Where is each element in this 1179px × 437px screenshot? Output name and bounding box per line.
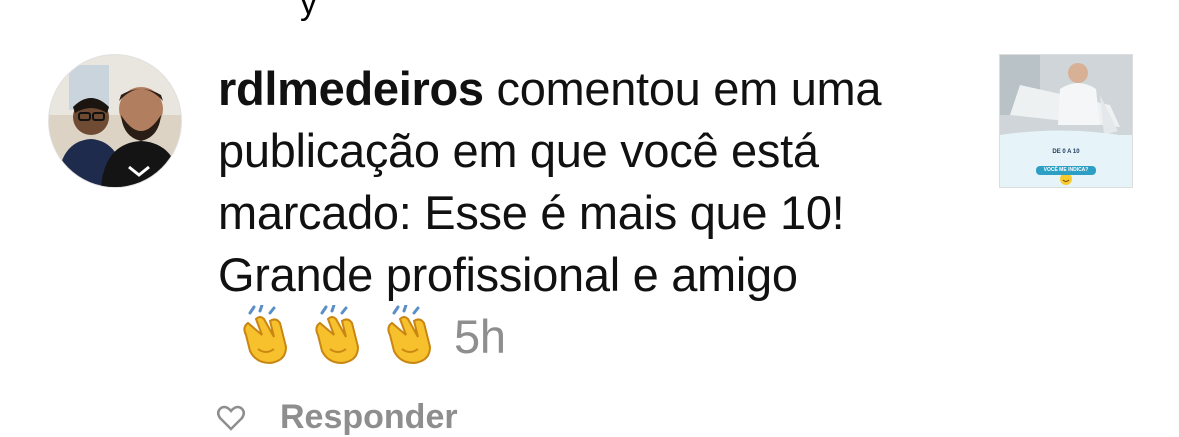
clapping-hands-icon <box>315 304 360 364</box>
username-link[interactable]: rdlmedeiros <box>218 62 484 115</box>
clapping-hands-icon <box>243 304 288 364</box>
timestamp: 5h <box>454 310 506 363</box>
post-thumbnail[interactable]: DE 0 A 10 VOCÊ ME INDICA? <box>999 54 1133 188</box>
thumbnail-badge: VOCÊ ME INDICA? <box>1036 166 1096 175</box>
avatar-photo <box>49 55 181 187</box>
avatar[interactable] <box>48 54 182 188</box>
thumbnail-heading: DE 0 A 10 <box>1052 149 1080 155</box>
emoji-group <box>236 304 440 365</box>
notification-text[interactable]: rdlmedeiros comentou em uma publicação e… <box>218 58 978 371</box>
reply-actions: Responder <box>216 398 458 437</box>
heart-icon[interactable] <box>216 403 246 433</box>
reply-button[interactable]: Responder <box>280 398 458 437</box>
previous-item-fragment: y <box>300 0 317 22</box>
clapping-hands-icon <box>387 304 432 364</box>
notification-row[interactable]: y rdlmedeiros comentou em uma publicação… <box>0 0 1179 436</box>
